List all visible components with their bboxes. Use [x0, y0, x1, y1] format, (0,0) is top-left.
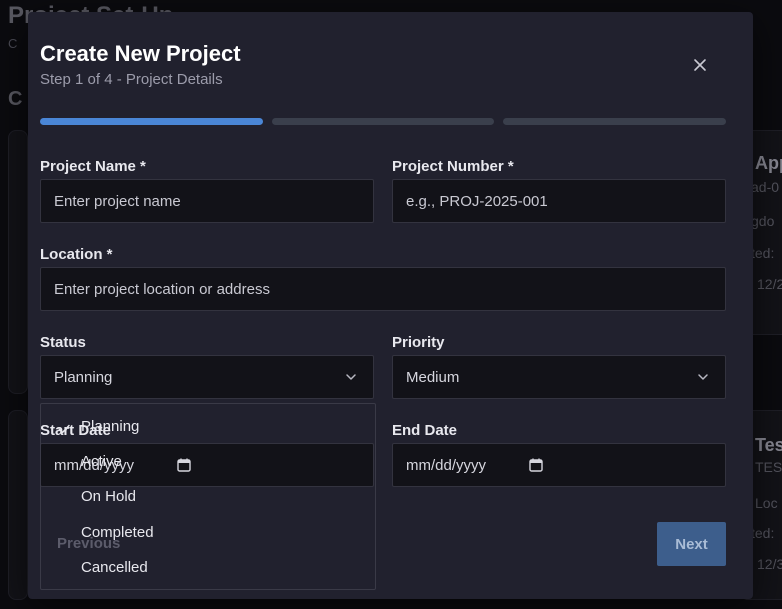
- card-date: 12/3: [757, 556, 782, 572]
- chevron-down-icon: [346, 374, 356, 380]
- priority-select[interactable]: Medium: [392, 355, 726, 399]
- card-code: TES: [755, 459, 782, 475]
- dropdown-option-on-hold[interactable]: On Hold: [81, 488, 136, 505]
- card-created-label: ted:: [751, 525, 775, 541]
- progress-segment-active: [40, 118, 263, 125]
- dropdown-option-planning[interactable]: Planning: [81, 418, 139, 435]
- status-select[interactable]: Planning: [40, 355, 374, 399]
- end-date-placeholder: mm/dd/yyyy: [406, 456, 487, 474]
- project-card[interactable]: [8, 130, 28, 394]
- card-location: Loc: [755, 495, 778, 511]
- close-icon: [694, 59, 706, 71]
- project-number-label: Project Number *: [392, 158, 514, 175]
- progress-segment: [503, 118, 726, 125]
- chevron-down-icon: [698, 374, 708, 380]
- card-title: Tes: [755, 435, 782, 455]
- next-button[interactable]: Next: [657, 522, 726, 566]
- step-indicator: Step 1 of 4 - Project Details: [40, 71, 223, 88]
- card-created-label: ted:: [751, 245, 775, 261]
- card-date: 12/2: [757, 276, 782, 292]
- dropdown-option-completed[interactable]: Completed: [81, 524, 154, 541]
- card-location: gdo: [751, 213, 775, 229]
- dropdown-option-active[interactable]: Active: [81, 453, 122, 470]
- status-value: Planning: [54, 368, 113, 386]
- end-date-label: End Date: [392, 422, 458, 439]
- project-name-label: Project Name *: [40, 158, 146, 175]
- dropdown-option-cancelled[interactable]: Cancelled: [81, 559, 148, 576]
- project-name-input[interactable]: Enter project name: [40, 179, 374, 223]
- close-button[interactable]: [690, 55, 710, 75]
- location-input[interactable]: Enter project location or address: [40, 267, 726, 311]
- priority-label: Priority: [392, 334, 445, 351]
- calendar-icon[interactable]: [528, 457, 544, 473]
- project-card[interactable]: [8, 410, 28, 600]
- end-date-input[interactable]: mm/dd/yyyy: [392, 443, 726, 487]
- page-subtitle: C: [8, 36, 18, 51]
- modal-title: Create New Project: [40, 41, 241, 66]
- priority-value: Medium: [406, 368, 460, 386]
- card-title: App: [755, 153, 782, 173]
- check-icon: [58, 424, 70, 434]
- project-number-input[interactable]: e.g., PROJ-2025-001: [392, 179, 726, 223]
- location-label: Location *: [40, 246, 113, 263]
- status-dropdown-menu: Planning Active On Hold Completed Cancel…: [40, 403, 376, 590]
- status-label: Status: [40, 334, 86, 351]
- card-code: ad-0: [751, 179, 780, 195]
- progress-segment: [272, 118, 494, 125]
- section-heading: C: [8, 88, 23, 110]
